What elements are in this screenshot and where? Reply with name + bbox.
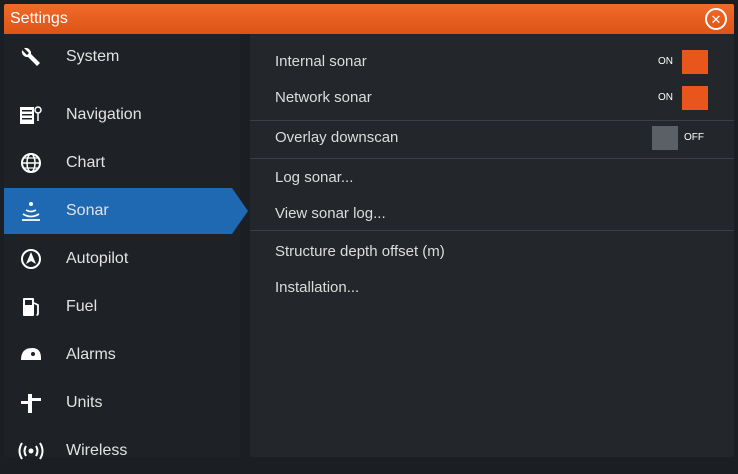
divider: [250, 230, 734, 231]
title-bar: Settings ✕: [4, 4, 734, 34]
toggle-state: OFF: [684, 132, 704, 143]
sidebar-item-label: Alarms: [66, 346, 116, 363]
autopilot-icon: [18, 247, 44, 271]
settings-panel: Internal sonar ON Network sonar ON Overl…: [250, 34, 734, 457]
setting-log-sonar[interactable]: Log sonar...: [250, 160, 734, 196]
toggle-knob: [652, 126, 678, 150]
sidebar-item-chart[interactable]: Chart: [4, 140, 240, 186]
toggle-state: ON: [658, 56, 673, 67]
setting-label: Installation...: [275, 279, 360, 296]
setting-structure-depth-offset[interactable]: Structure depth offset (m): [250, 234, 734, 270]
sonar-icon: [18, 199, 44, 223]
sidebar: System Navigation Chart Sonar Autopilot …: [4, 34, 248, 460]
setting-label: Network sonar: [275, 89, 372, 106]
wrench-icon: [18, 45, 44, 69]
setting-label: Structure depth offset (m): [275, 243, 445, 260]
setting-view-sonar-log[interactable]: View sonar log...: [250, 196, 734, 232]
sidebar-item-label: Navigation: [66, 106, 142, 123]
setting-installation[interactable]: Installation...: [250, 270, 734, 306]
toggle-knob: [682, 86, 708, 110]
setting-internal-sonar[interactable]: Internal sonar ON: [250, 44, 734, 80]
sidebar-item-label: System: [66, 48, 120, 65]
sidebar-item-label: Chart: [66, 154, 106, 171]
sidebar-item-label: Fuel: [66, 298, 98, 315]
window-title: Settings: [10, 10, 68, 27]
overlay-downscan-toggle[interactable]: OFF: [652, 126, 708, 150]
setting-overlay-downscan[interactable]: Overlay downscan OFF: [250, 120, 734, 156]
sidebar-item-alarms[interactable]: Alarms: [4, 332, 240, 378]
toggle-knob: [682, 50, 708, 74]
sidebar-item-navigation[interactable]: Navigation: [4, 92, 240, 138]
sidebar-item-label: Autopilot: [66, 250, 129, 267]
internal-sonar-toggle[interactable]: ON: [652, 50, 708, 74]
setting-network-sonar[interactable]: Network sonar ON: [250, 80, 734, 116]
close-icon[interactable]: ✕: [705, 8, 727, 30]
alarm-icon: [18, 343, 44, 367]
navigation-icon: [18, 103, 44, 127]
sidebar-item-autopilot[interactable]: Autopilot: [4, 236, 240, 282]
sidebar-item-label: Units: [66, 394, 103, 411]
setting-label: View sonar log...: [275, 205, 386, 222]
sidebar-item-system[interactable]: System: [4, 34, 240, 80]
setting-label: Log sonar...: [275, 169, 354, 186]
divider: [250, 158, 734, 159]
sidebar-item-fuel[interactable]: Fuel: [4, 284, 240, 330]
setting-label: Internal sonar: [275, 53, 367, 70]
sidebar-item-sonar[interactable]: Sonar: [4, 188, 250, 234]
wireless-icon: [18, 439, 44, 463]
sidebar-item-wireless[interactable]: Wireless: [4, 428, 240, 474]
settings-window: Settings ✕ System Navigation Chart Sonar…: [4, 4, 734, 460]
sidebar-item-label: Sonar: [66, 202, 109, 219]
toggle-state: ON: [658, 92, 673, 103]
globe-icon: [18, 151, 44, 175]
sidebar-item-label: Wireless: [66, 442, 128, 459]
setting-label: Overlay downscan: [275, 129, 399, 146]
sidebar-item-units[interactable]: Units: [4, 380, 240, 426]
network-sonar-toggle[interactable]: ON: [652, 86, 708, 110]
units-icon: [18, 391, 44, 415]
fuel-icon: [18, 295, 44, 319]
